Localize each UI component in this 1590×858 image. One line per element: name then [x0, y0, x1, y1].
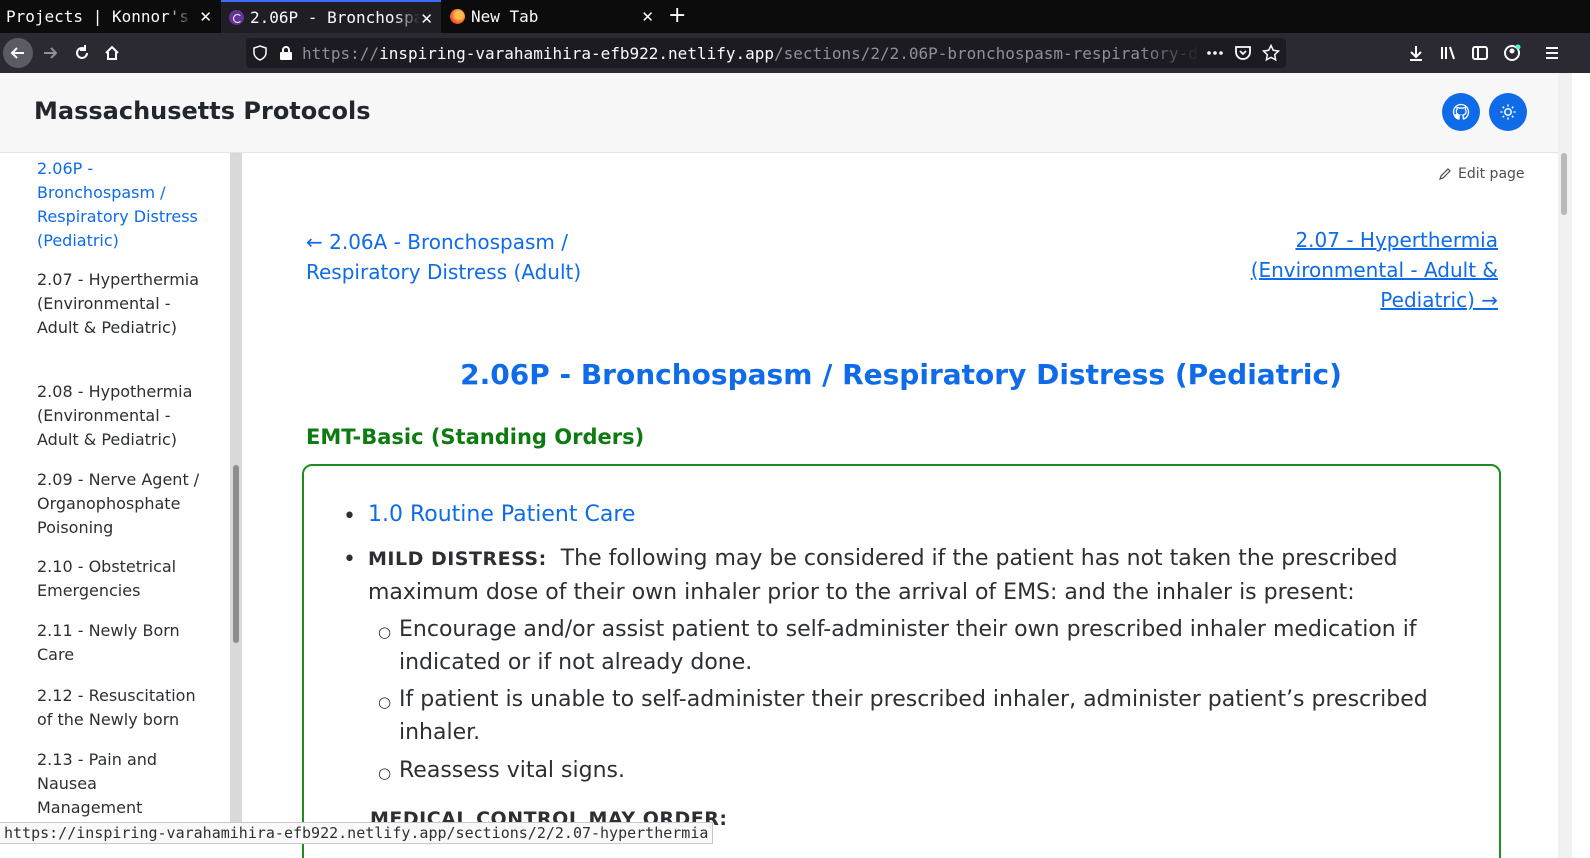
- url-host: inspiring-varahamihira-efb922.netlify.ap…: [379, 43, 775, 63]
- account-button[interactable]: [1500, 33, 1524, 73]
- sidebar-item-2-06p[interactable]: 2.06P - Bronchospasm / Respiratory Distr…: [37, 157, 207, 253]
- sub-list-item: If patient is unable to self-administer …: [399, 687, 1428, 745]
- library-icon: [1441, 46, 1455, 60]
- account-icon: [1504, 44, 1521, 61]
- home-button[interactable]: [100, 33, 124, 73]
- tab-projects[interactable]: Projects | Konnor's ✕: [0, 0, 220, 33]
- close-tab-icon[interactable]: ✕: [420, 10, 433, 28]
- theme-toggle-button[interactable]: [1489, 93, 1527, 131]
- pocket-icon[interactable]: [1234, 44, 1252, 62]
- previous-page-link[interactable]: ← 2.06A - Bronchospasm / Respiratory Dis…: [306, 227, 646, 287]
- sidebar-item-2-13[interactable]: 2.13 - Pain and Nausea Management: [37, 748, 207, 820]
- mild-distress-label: MILD DISTRESS:: [368, 548, 547, 570]
- github-icon: [1452, 103, 1470, 120]
- mild-distress-item: MILD DISTRESS: The following may be cons…: [368, 542, 1468, 609]
- site-title[interactable]: Massachusetts Protocols: [34, 97, 371, 125]
- sun-icon: [1500, 104, 1516, 120]
- main-content: Edit page ← 2.06A - Bronchospasm / Respi…: [244, 153, 1558, 858]
- url-path: /sections/2/2.06P-bronchospasm-respirato…: [774, 43, 1202, 63]
- site-header: Massachusetts Protocols: [0, 73, 1558, 153]
- tab-title: 2.06P - Bronchospasm / Respiratory Distr…: [250, 8, 420, 27]
- forward-button[interactable]: [38, 33, 62, 73]
- forward-arrow-icon: [44, 47, 58, 59]
- bookmark-star-icon[interactable]: [1262, 44, 1280, 62]
- page-actions-icon[interactable]: [1206, 45, 1224, 61]
- sidebar-icon: [1472, 46, 1488, 60]
- library-button[interactable]: [1436, 33, 1460, 73]
- tab-title: New Tab: [471, 7, 539, 26]
- sidebar-scrollbar[interactable]: [230, 153, 242, 843]
- sidebar-item-2-09[interactable]: 2.09 - Nerve Agent / Organophosphate Poi…: [37, 468, 207, 540]
- sub-list-bullet: ○: [378, 623, 392, 641]
- sidebar-item-2-08[interactable]: 2.08 - Hypothermia (Environmental - Adul…: [37, 380, 207, 452]
- next-page-link[interactable]: 2.07 - Hyperthermia (Environmental - Adu…: [1204, 225, 1498, 315]
- home-icon: [105, 45, 119, 60]
- close-tab-icon[interactable]: ✕: [641, 8, 654, 26]
- tab-new-tab[interactable]: New Tab ✕: [442, 0, 662, 33]
- new-tab-button[interactable]: +: [668, 3, 686, 28]
- url-prefix: https://: [302, 43, 380, 63]
- back-arrow-icon: [10, 47, 24, 59]
- page-scrollbar-thumb[interactable]: [1561, 153, 1567, 215]
- sidebar-item-2-12[interactable]: 2.12 - Resuscitation of the Newly born: [37, 684, 207, 732]
- sidebar-item-2-11[interactable]: 2.11 - Newly Born Care: [37, 619, 207, 667]
- close-tab-icon[interactable]: ✕: [199, 8, 212, 26]
- github-button[interactable]: [1442, 93, 1480, 131]
- gatsby-favicon-icon: [229, 10, 244, 25]
- sidebar-item-2-10[interactable]: 2.10 - Obstetrical Emergencies: [37, 555, 207, 603]
- url-text[interactable]: https://inspiring-varahamihira-efb922.ne…: [302, 44, 1202, 63]
- url-bar[interactable]: https://inspiring-varahamihira-efb922.ne…: [246, 38, 1286, 68]
- tab-title: Projects | Konnor's: [6, 7, 190, 26]
- page-title: 2.06P - Bronchospasm / Respiratory Distr…: [460, 358, 1342, 391]
- status-bar-url: https://inspiring-varahamihira-efb922.ne…: [0, 822, 714, 844]
- sidebar-item-2-07[interactable]: 2.07 - Hyperthermia (Environmental - Adu…: [37, 268, 207, 340]
- firefox-favicon-icon: [450, 9, 465, 24]
- sidebar-scrollbar-thumb[interactable]: [233, 465, 239, 643]
- standing-orders-box: • 1.0 Routine Patient Care • MILD DISTRE…: [302, 464, 1501, 858]
- sidebar-toggle-button[interactable]: [1468, 33, 1492, 73]
- reload-button[interactable]: [70, 33, 94, 73]
- reload-icon: [76, 45, 88, 59]
- back-button[interactable]: [3, 38, 33, 68]
- browser-tab-strip: Projects | Konnor's ✕ 2.06P - Bronchospa…: [0, 0, 1590, 33]
- sidebar-nav: 2.06P - Bronchospasm / Respiratory Distr…: [0, 153, 232, 833]
- tab-current-page[interactable]: 2.06P - Bronchospasm / Respiratory Distr…: [221, 0, 441, 33]
- sub-list-item: Reassess vital signs.: [399, 758, 625, 783]
- page-scrollbar[interactable]: [1558, 73, 1572, 858]
- pencil-icon: [1439, 168, 1451, 180]
- sub-list-bullet: ○: [378, 693, 392, 711]
- section-heading: EMT-Basic (Standing Orders): [306, 425, 645, 449]
- routine-patient-care-link[interactable]: 1.0 Routine Patient Care: [368, 498, 1468, 531]
- hamburger-menu-icon: [1546, 47, 1558, 59]
- list-bullet: •: [343, 547, 356, 572]
- menu-button[interactable]: [1540, 33, 1564, 73]
- edit-page-link[interactable]: Edit page: [1438, 166, 1525, 182]
- tracking-shield-icon[interactable]: [252, 45, 268, 61]
- edit-page-label: Edit page: [1458, 166, 1525, 182]
- sub-list-bullet: ○: [378, 764, 392, 782]
- sub-list-item: Encourage and/or assist patient to self-…: [399, 617, 1417, 675]
- lock-icon[interactable]: [279, 45, 293, 61]
- list-bullet: •: [343, 504, 356, 529]
- downloads-button[interactable]: [1404, 33, 1428, 73]
- download-icon: [1410, 46, 1422, 61]
